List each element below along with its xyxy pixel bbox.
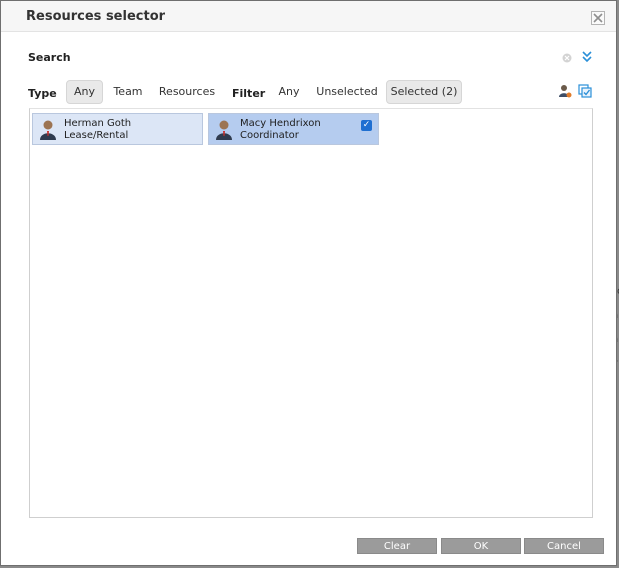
close-button[interactable] [591,11,605,25]
filter-row: Type Any Team Resources Filter Any Unsel… [1,80,616,106]
filter-label: Filter [232,87,266,100]
ok-button[interactable]: OK [441,538,521,554]
type-option-resources[interactable]: Resources [156,80,218,104]
resource-checkbox[interactable]: ✓ [361,120,372,131]
resource-name: Herman Goth [64,118,132,129]
filter-option-selected[interactable]: Selected (2) [386,80,462,104]
filter-option-unselected[interactable]: Unselected [315,80,379,104]
person-avatar-icon [40,120,56,140]
close-icon [593,13,603,23]
person-avatar-icon [216,120,232,140]
clear-button[interactable]: Clear [357,538,437,554]
resource-role: Lease/Rental [64,130,129,141]
dialog-title: Resources selector [26,9,166,24]
resources-list[interactable]: Herman Goth Lease/Rental Macy Hendrixon … [29,108,593,518]
dialog-title-bar: Resources selector [1,1,616,32]
search-label: Search [28,51,71,64]
user-settings-icon[interactable] [558,84,572,98]
double-chevron-down-icon[interactable] [581,50,593,64]
select-all-icon[interactable] [578,84,592,98]
filter-option-any[interactable]: Any [275,80,303,104]
resources-selector-dialog: Resources selector Search Type Any Team … [0,0,617,566]
type-option-team[interactable]: Team [109,80,147,104]
type-label: Type [28,87,57,100]
clear-circle-icon[interactable] [561,52,573,64]
cancel-button[interactable]: Cancel [524,538,604,554]
resource-card[interactable]: Herman Goth Lease/Rental [32,113,203,145]
resource-role: Coordinator [240,130,299,141]
resource-card[interactable]: Macy Hendrixon Coordinator ✓ [208,113,379,145]
type-option-any[interactable]: Any [66,80,103,104]
resource-name: Macy Hendrixon [240,118,321,129]
